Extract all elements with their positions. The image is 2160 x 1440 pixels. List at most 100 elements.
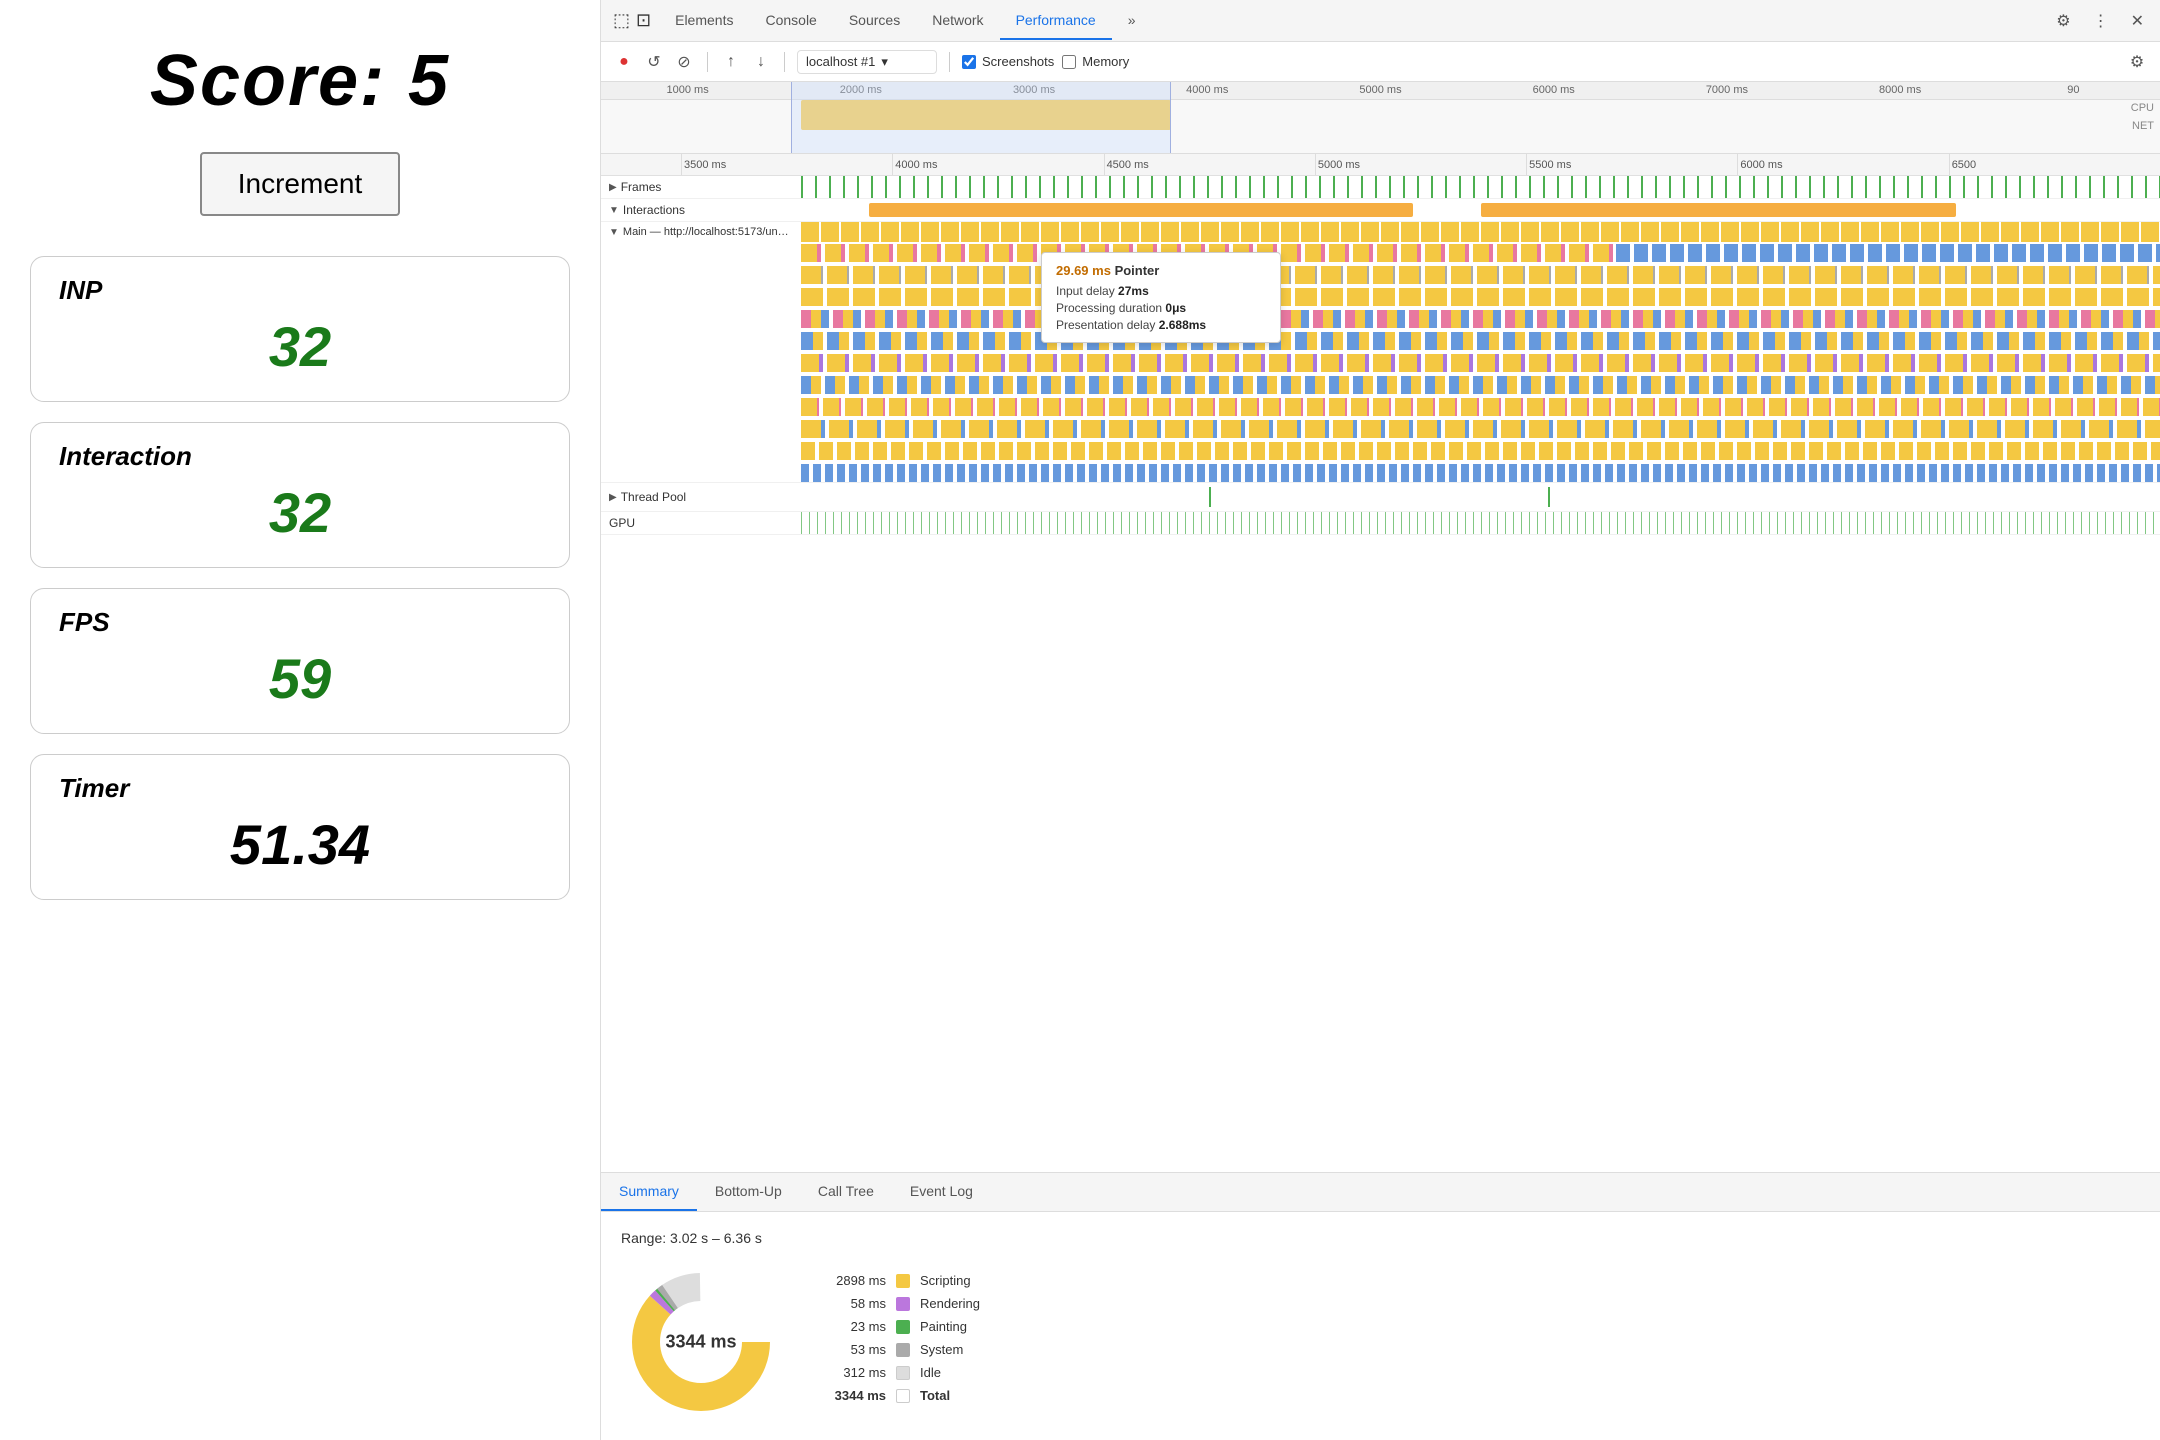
- tab-performance[interactable]: Performance: [1000, 2, 1112, 40]
- timer-label: Timer: [59, 773, 541, 804]
- increment-button[interactable]: Increment: [200, 152, 401, 216]
- frames-track-content: [801, 176, 2160, 198]
- interaction-bar-1[interactable]: [869, 203, 1413, 217]
- legend-rendering-name: Rendering: [920, 1296, 980, 1311]
- devtools-panel: ⬚ ⊡ Elements Console Sources Network Per…: [600, 0, 2160, 1440]
- legend-system-name: System: [920, 1342, 963, 1357]
- inp-card: INP 32: [30, 256, 570, 402]
- tooltip-processing: Processing duration 0μs: [1056, 301, 1266, 315]
- frames-track: ▶ Frames: [601, 176, 2160, 199]
- toolbar-divider: [707, 52, 708, 72]
- timer-value: 51.34: [59, 812, 541, 877]
- legend-system-color: [896, 1343, 910, 1357]
- timeline-detail[interactable]: 3500 ms 4000 ms 4500 ms 5000 ms 5500 ms …: [601, 154, 2160, 1172]
- legend-idle: 312 ms Idle: [821, 1365, 980, 1380]
- tab-network[interactable]: Network: [916, 2, 999, 40]
- tab-bottom-up[interactable]: Bottom-Up: [697, 1173, 800, 1211]
- devtools-select-icon[interactable]: ⬚: [613, 10, 630, 31]
- legend-total-ms: 3344 ms: [821, 1388, 886, 1403]
- frames-collapse-icon[interactable]: ▶: [609, 182, 617, 193]
- timeline-selection[interactable]: [791, 82, 1171, 154]
- detail-ruler: 3500 ms 4000 ms 4500 ms 5000 ms 5500 ms …: [601, 154, 2160, 176]
- cpu-label: CPU: [2131, 102, 2154, 114]
- threadpool-collapse-icon[interactable]: ▶: [609, 492, 617, 503]
- legend-painting-name: Painting: [920, 1319, 967, 1334]
- record-icon[interactable]: ●: [613, 51, 635, 73]
- net-label: NET: [2132, 120, 2154, 132]
- legend-painting-ms: 23 ms: [821, 1319, 886, 1334]
- memory-group: Memory: [1062, 54, 1129, 69]
- interactions-track: ▼ Interactions: [601, 199, 2160, 222]
- gpu-track: GPU: [601, 512, 2160, 535]
- summary-content: 3344 ms 2898 ms Scripting 58 ms Renderin…: [621, 1262, 2140, 1422]
- gpu-bars: [801, 512, 2160, 534]
- more-options-icon[interactable]: ⋮: [2089, 7, 2113, 35]
- main-track-label[interactable]: ▼ Main — http://localhost:5173/under…: [601, 222, 801, 241]
- legend-idle-ms: 312 ms: [821, 1365, 886, 1380]
- interactions-track-content: [801, 199, 2160, 221]
- interaction-card: Interaction 32: [30, 422, 570, 568]
- tab-summary[interactable]: Summary: [601, 1173, 697, 1211]
- legend-painting-color: [896, 1320, 910, 1334]
- tooltip-input-delay: Input delay 27ms: [1056, 284, 1266, 298]
- interaction-label: Interaction: [59, 441, 541, 472]
- tooltip-title: 29.69 ms Pointer: [1056, 263, 1266, 278]
- tab-console[interactable]: Console: [749, 2, 832, 40]
- screenshots-group: Screenshots: [962, 54, 1054, 69]
- tooltip-presentation: Presentation delay 2.688ms: [1056, 318, 1266, 332]
- settings-icon[interactable]: ⚙: [2052, 7, 2074, 35]
- legend-rendering: 58 ms Rendering: [821, 1296, 980, 1311]
- close-icon[interactable]: ✕: [2127, 7, 2148, 35]
- bottom-tabs: Summary Bottom-Up Call Tree Event Log: [601, 1172, 2160, 1212]
- tab-more[interactable]: »: [1112, 2, 1152, 40]
- timer-card: Timer 51.34: [30, 754, 570, 900]
- threadpool-track: ▶ Thread Pool: [601, 483, 2160, 512]
- interactions-track-label[interactable]: ▼ Interactions: [601, 200, 801, 220]
- legend-system-ms: 53 ms: [821, 1342, 886, 1357]
- devtools-inspect-icon[interactable]: ⊡: [636, 10, 651, 31]
- timeline-overview[interactable]: 1000 ms 2000 ms 3000 ms 4000 ms 5000 ms …: [601, 82, 2160, 154]
- main-collapse-icon[interactable]: ▼: [609, 227, 619, 238]
- legend-idle-color: [896, 1366, 910, 1380]
- download-icon[interactable]: ↓: [750, 51, 772, 73]
- legend-scripting-ms: 2898 ms: [821, 1273, 886, 1288]
- tab-event-log[interactable]: Event Log: [892, 1173, 991, 1211]
- fps-card: FPS 59: [30, 588, 570, 734]
- gpu-track-label: GPU: [601, 513, 801, 533]
- inp-label: INP: [59, 275, 541, 306]
- interactions-collapse-icon[interactable]: ▼: [609, 205, 619, 216]
- interaction-bar-2[interactable]: [1481, 203, 1957, 217]
- upload-icon[interactable]: ↑: [720, 51, 742, 73]
- left-panel: Score: 5 Increment INP 32 Interaction 32…: [0, 0, 600, 1440]
- url-selector[interactable]: localhost #1 ▾: [797, 50, 937, 74]
- legend-painting: 23 ms Painting: [821, 1319, 980, 1334]
- legend-idle-name: Idle: [920, 1365, 941, 1380]
- capture-settings-icon[interactable]: ⚙: [2126, 51, 2148, 73]
- legend-rendering-color: [896, 1297, 910, 1311]
- threadpool-track-label[interactable]: ▶ Thread Pool: [601, 487, 801, 507]
- tab-elements[interactable]: Elements: [659, 2, 749, 40]
- inp-value: 32: [59, 314, 541, 379]
- devtools-toolbar: ● ↺ ⊘ ↑ ↓ localhost #1 ▾ Screenshots Mem…: [601, 42, 2160, 82]
- toolbar-divider-2: [784, 52, 785, 72]
- tab-call-tree[interactable]: Call Tree: [800, 1173, 892, 1211]
- frames-track-label[interactable]: ▶ Frames: [601, 177, 801, 197]
- summary-range: Range: 3.02 s – 6.36 s: [621, 1230, 2140, 1246]
- legend-system: 53 ms System: [821, 1342, 980, 1357]
- interaction-value: 32: [59, 480, 541, 545]
- legend-total: 3344 ms Total: [821, 1388, 980, 1403]
- clear-icon[interactable]: ⊘: [673, 51, 695, 73]
- legend-table: 2898 ms Scripting 58 ms Rendering 23 ms …: [821, 1273, 980, 1411]
- toolbar-divider-3: [949, 52, 950, 72]
- memory-checkbox[interactable]: [1062, 55, 1076, 69]
- legend-scripting: 2898 ms Scripting: [821, 1273, 980, 1288]
- refresh-record-icon[interactable]: ↺: [643, 51, 665, 73]
- legend-rendering-ms: 58 ms: [821, 1296, 886, 1311]
- fps-value: 59: [59, 646, 541, 711]
- main-track-content: 29.69 ms Pointer Input delay 27ms Proces…: [801, 222, 2160, 482]
- threadpool-track-content: [801, 483, 2160, 511]
- performance-tooltip: 29.69 ms Pointer Input delay 27ms Proces…: [1041, 252, 1281, 343]
- legend-total-name: Total: [920, 1388, 950, 1403]
- tab-sources[interactable]: Sources: [833, 2, 916, 40]
- screenshots-checkbox[interactable]: [962, 55, 976, 69]
